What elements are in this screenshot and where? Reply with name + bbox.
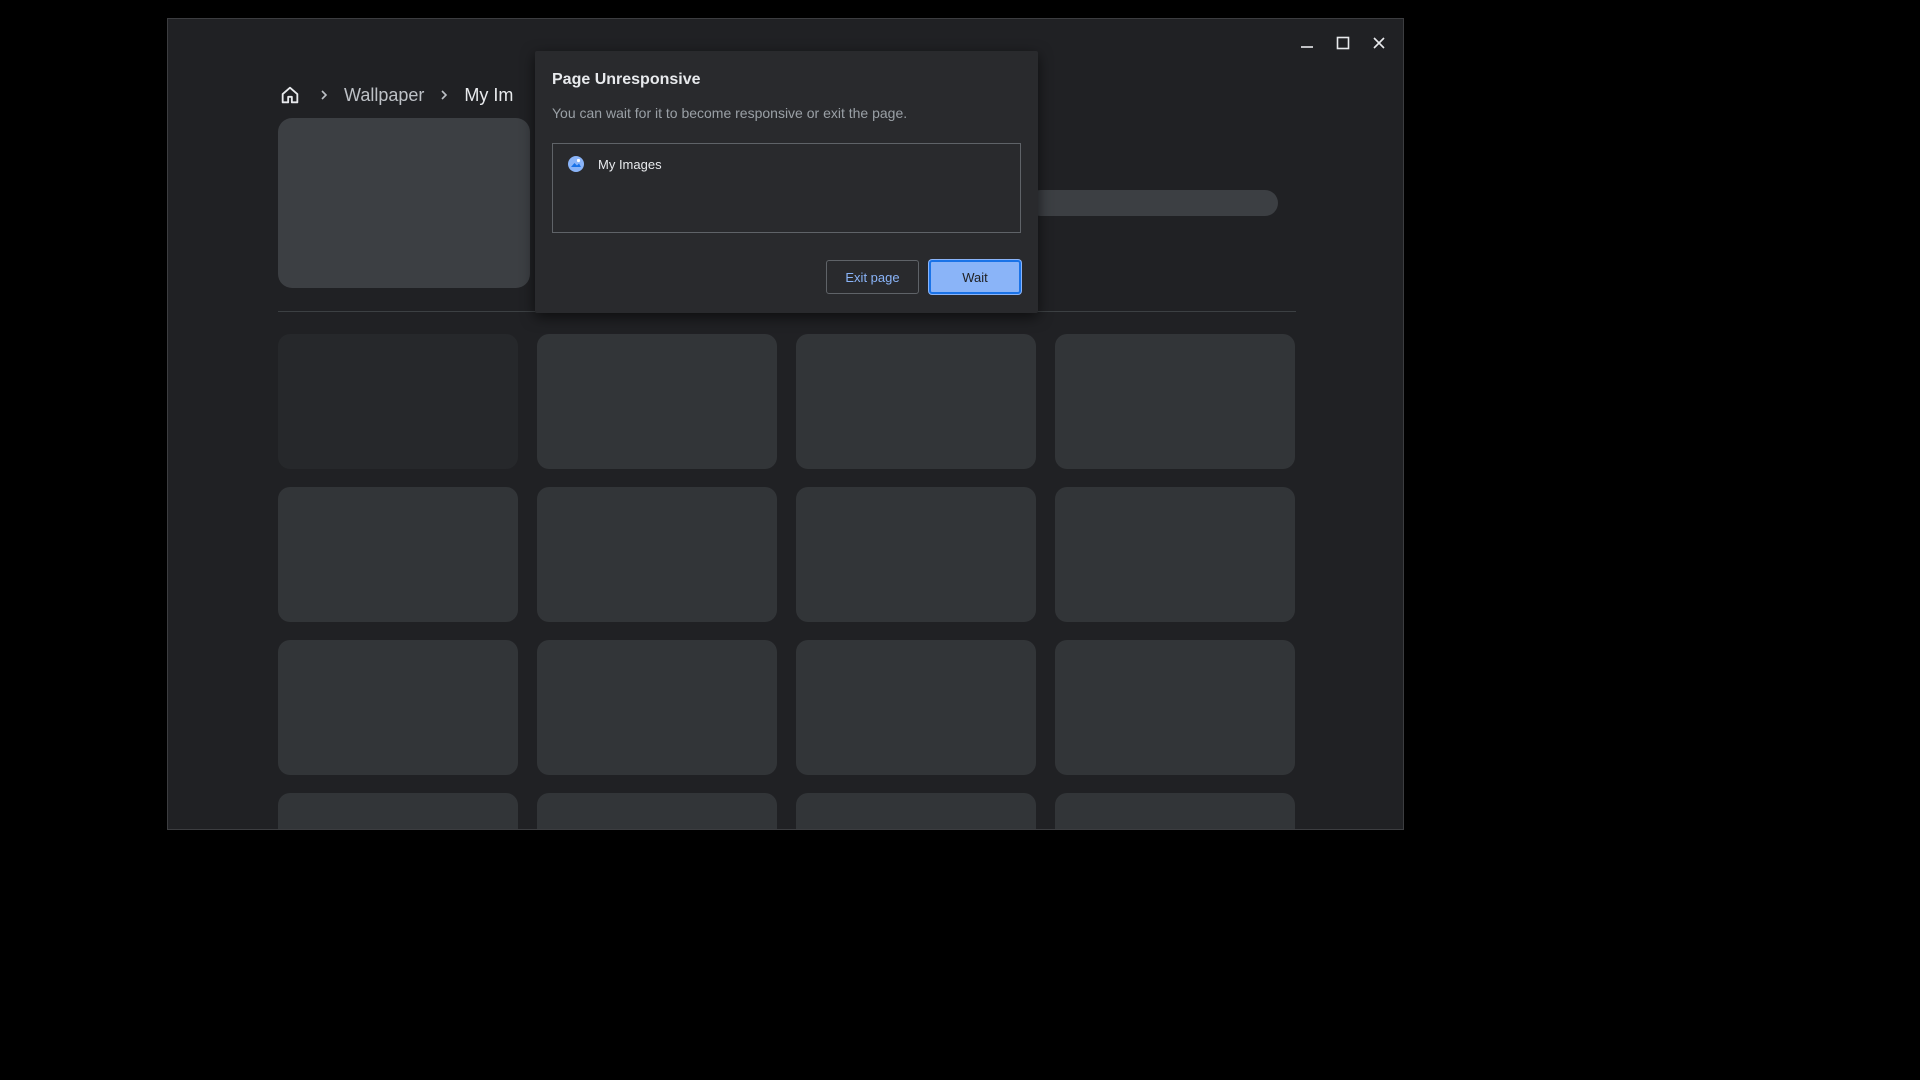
image-tile-placeholder[interactable] xyxy=(1055,487,1295,622)
breadcrumb-separator xyxy=(424,89,464,101)
breadcrumb-wallpaper[interactable]: Wallpaper xyxy=(344,85,424,106)
image-tile-placeholder[interactable] xyxy=(537,487,777,622)
exit-page-button[interactable]: Exit page xyxy=(826,260,919,294)
minimize-button[interactable] xyxy=(1289,25,1325,61)
maximize-button[interactable] xyxy=(1325,25,1361,61)
page-unresponsive-dialog: Page Unresponsive You can wait for it to… xyxy=(535,51,1038,313)
breadcrumb: Wallpaper My Im xyxy=(276,71,513,119)
page-favicon-icon xyxy=(568,156,584,172)
dialog-title: Page Unresponsive xyxy=(552,71,701,88)
image-tile-placeholder[interactable] xyxy=(278,793,518,829)
image-tile-placeholder[interactable] xyxy=(278,487,518,622)
list-item-label: My Images xyxy=(598,156,662,172)
image-tile-placeholder[interactable] xyxy=(537,640,777,775)
close-button[interactable] xyxy=(1361,25,1397,61)
maximize-icon xyxy=(1336,36,1350,50)
image-tile-placeholder[interactable] xyxy=(1055,334,1295,469)
image-grid xyxy=(278,334,1295,829)
wait-button[interactable]: Wait xyxy=(929,260,1021,294)
dialog-buttons: Exit page Wait xyxy=(826,260,1021,294)
home-button[interactable] xyxy=(276,81,304,109)
minimize-icon xyxy=(1301,46,1313,48)
image-tile-placeholder[interactable] xyxy=(278,640,518,775)
image-tile-placeholder[interactable] xyxy=(796,793,1036,829)
breadcrumb-current: My Im xyxy=(464,84,514,105)
image-tile-placeholder[interactable] xyxy=(278,334,518,469)
close-icon xyxy=(1373,37,1385,49)
image-tile-placeholder[interactable] xyxy=(1055,793,1295,829)
window-controls xyxy=(1289,25,1397,61)
image-tile-placeholder[interactable] xyxy=(796,640,1036,775)
unresponsive-pages-list: My Images xyxy=(552,143,1021,233)
chevron-right-icon xyxy=(321,90,328,100)
image-tile-placeholder[interactable] xyxy=(796,487,1036,622)
image-tile-placeholder[interactable] xyxy=(537,793,777,829)
breadcrumb-separator xyxy=(304,89,344,101)
image-tile-placeholder[interactable] xyxy=(796,334,1036,469)
image-tile-placeholder[interactable] xyxy=(537,334,777,469)
image-tile-placeholder[interactable] xyxy=(1055,640,1295,775)
home-icon xyxy=(281,86,299,104)
dialog-message: You can wait for it to become responsive… xyxy=(552,105,908,121)
list-item[interactable]: My Images xyxy=(553,144,1020,184)
wallpaper-preview-placeholder xyxy=(278,118,530,288)
preview-text-placeholder xyxy=(1028,190,1278,216)
chevron-right-icon xyxy=(441,90,448,100)
